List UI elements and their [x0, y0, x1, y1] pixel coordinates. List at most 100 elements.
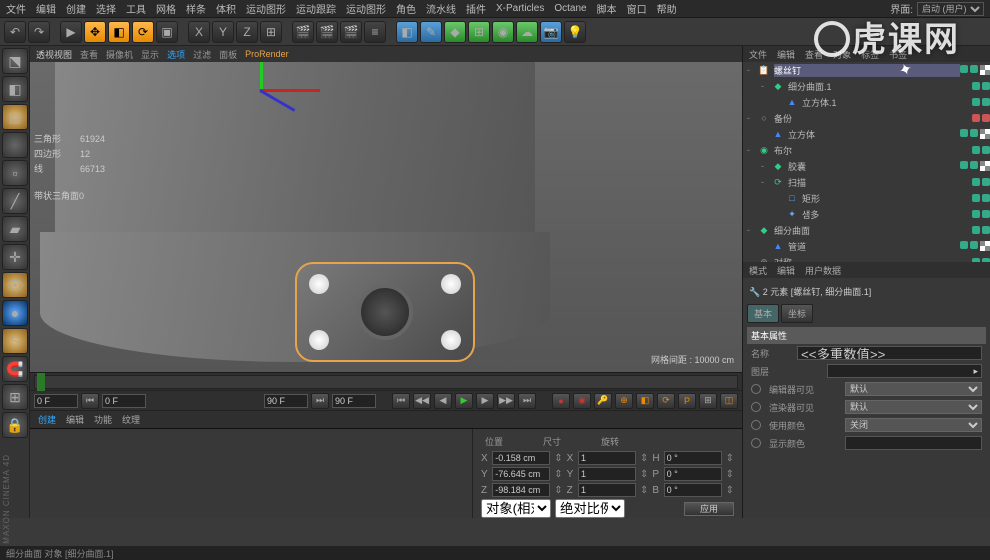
menu-item[interactable]: 流水线: [426, 1, 456, 16]
visibility-dot[interactable]: [972, 98, 980, 106]
anim-dot-icon[interactable]: [751, 402, 761, 412]
goto-end-button[interactable]: ⏭: [311, 393, 329, 409]
attr-text-field[interactable]: [797, 346, 982, 360]
visibility-dot[interactable]: [960, 65, 968, 73]
tree-row[interactable]: -◆细分曲面.1: [743, 78, 990, 94]
visibility-dot[interactable]: [960, 161, 968, 169]
visibility-dot[interactable]: [970, 65, 978, 73]
expand-toggle[interactable]: -: [761, 177, 771, 187]
layout-select[interactable]: 启动 (用户): [917, 2, 984, 16]
range-in[interactable]: [102, 394, 146, 408]
tab-texture[interactable]: 纹理: [122, 413, 140, 426]
menu-item[interactable]: 帮助: [657, 1, 677, 16]
spline-pen[interactable]: ✎: [420, 21, 442, 43]
rotate-tool[interactable]: ⟳: [132, 21, 154, 43]
object-name[interactable]: 备份: [774, 112, 972, 125]
menu-item[interactable]: 文件: [6, 1, 26, 16]
move-tool[interactable]: ✥: [84, 21, 106, 43]
primitive-cube[interactable]: ◧: [396, 21, 418, 43]
visibility-dot[interactable]: [982, 226, 990, 234]
visibility-dot[interactable]: [982, 98, 990, 106]
om-file[interactable]: 文件: [749, 48, 767, 61]
tree-row[interactable]: -◆胶囊: [743, 158, 990, 174]
menu-item[interactable]: 窗口: [627, 1, 647, 16]
phong-tag-icon[interactable]: [980, 65, 990, 75]
object-name[interactable]: 胶囊: [788, 160, 960, 173]
menu-item[interactable]: 运动图形: [346, 1, 386, 16]
visibility-dot[interactable]: [970, 241, 978, 249]
key-selection[interactable]: 🔑: [594, 393, 612, 409]
pla-key-icon[interactable]: ⊞: [699, 393, 717, 409]
om-object[interactable]: 对象: [833, 48, 851, 61]
phong-tag-icon[interactable]: [980, 241, 990, 251]
visibility-dot[interactable]: [982, 178, 990, 186]
object-name[interactable]: 矩形: [802, 192, 972, 205]
point-mode-icon[interactable]: ▫: [2, 160, 28, 186]
autokey-button[interactable]: ◉: [573, 393, 591, 409]
material-manager[interactable]: [30, 429, 472, 518]
object-name[interactable]: 扫描: [788, 176, 972, 189]
om-tags[interactable]: 标签: [861, 48, 879, 61]
prev-key-button[interactable]: ◀◀: [413, 393, 431, 409]
environment[interactable]: ☁: [516, 21, 538, 43]
object-tree[interactable]: -📋螺丝钉-◆细分曲面.1▲立方体.1-○备份▲立方体-◉布尔-◆胶囊-⟳扫描□…: [743, 62, 990, 262]
array-generator[interactable]: ⊞: [468, 21, 490, 43]
visibility-dot[interactable]: [972, 178, 980, 186]
menu-item[interactable]: 网格: [156, 1, 176, 16]
menu-item[interactable]: 体积: [216, 1, 236, 16]
magnet-icon[interactable]: 🧲: [2, 356, 28, 382]
first-frame-button[interactable]: ⏮: [392, 393, 410, 409]
make-editable-icon[interactable]: ⬔: [2, 48, 28, 74]
color-field[interactable]: [845, 436, 982, 450]
tab-function[interactable]: 功能: [94, 413, 112, 426]
playhead[interactable]: [37, 373, 45, 391]
visibility-dot[interactable]: [972, 210, 980, 218]
options-menu[interactable]: 选项: [167, 48, 185, 61]
y-axis-toggle[interactable]: Y: [212, 21, 234, 43]
record-button[interactable]: ●: [552, 393, 570, 409]
size-x-field[interactable]: [578, 451, 636, 465]
menu-item[interactable]: 工具: [126, 1, 146, 16]
expand-toggle[interactable]: -: [761, 81, 771, 91]
attr-userdata[interactable]: 用户数据: [805, 264, 841, 277]
menu-item[interactable]: 编辑: [36, 1, 56, 16]
rot-key-icon[interactable]: ⟳: [657, 393, 675, 409]
texture-mode-icon[interactable]: ▦: [2, 104, 28, 130]
light[interactable]: 💡: [564, 21, 586, 43]
attr-select[interactable]: 默认: [845, 382, 982, 396]
play-button[interactable]: ▶: [455, 393, 473, 409]
attr-mode[interactable]: 模式: [749, 264, 767, 277]
visibility-dot[interactable]: [960, 129, 968, 137]
tree-row[interactable]: ⊕对称: [743, 254, 990, 262]
param-key-icon[interactable]: P: [678, 393, 696, 409]
expand-toggle[interactable]: -: [747, 225, 757, 235]
range-start[interactable]: [34, 394, 78, 408]
object-name[interactable]: 细分曲面.1: [788, 80, 972, 93]
anim-dot-icon[interactable]: [751, 384, 761, 394]
last-tool[interactable]: ▣: [156, 21, 178, 43]
object-name[interactable]: 管道: [788, 240, 960, 253]
tree-row[interactable]: ▲管道: [743, 238, 990, 254]
menu-item[interactable]: 运动跟踪: [296, 1, 336, 16]
lock-icon[interactable]: 🔒: [2, 412, 28, 438]
range-end[interactable]: [332, 394, 376, 408]
range-out[interactable]: [264, 394, 308, 408]
visibility-dot[interactable]: [982, 82, 990, 90]
display-menu[interactable]: 显示: [141, 48, 159, 61]
menu-item[interactable]: 选择: [96, 1, 116, 16]
tree-row[interactable]: -◉布尔: [743, 142, 990, 158]
tree-row[interactable]: -○备份: [743, 110, 990, 126]
camera-menu[interactable]: 摄像机: [106, 48, 133, 61]
menu-item[interactable]: X-Particles: [496, 3, 544, 14]
pos-y-field[interactable]: [492, 467, 550, 481]
expand-toggle[interactable]: -: [747, 65, 757, 75]
anim-dot-icon[interactable]: [751, 438, 761, 448]
viewport-solo-icon[interactable]: 👁: [2, 272, 28, 298]
prorender-menu[interactable]: ProRender: [245, 49, 289, 59]
select-tool[interactable]: ▶: [60, 21, 82, 43]
rot-h-field[interactable]: [664, 451, 722, 465]
next-frame-button[interactable]: ▶: [476, 393, 494, 409]
size-z-field[interactable]: [578, 483, 636, 497]
object-name[interactable]: 샘多: [802, 208, 972, 221]
tree-row[interactable]: ✦샘多: [743, 206, 990, 222]
